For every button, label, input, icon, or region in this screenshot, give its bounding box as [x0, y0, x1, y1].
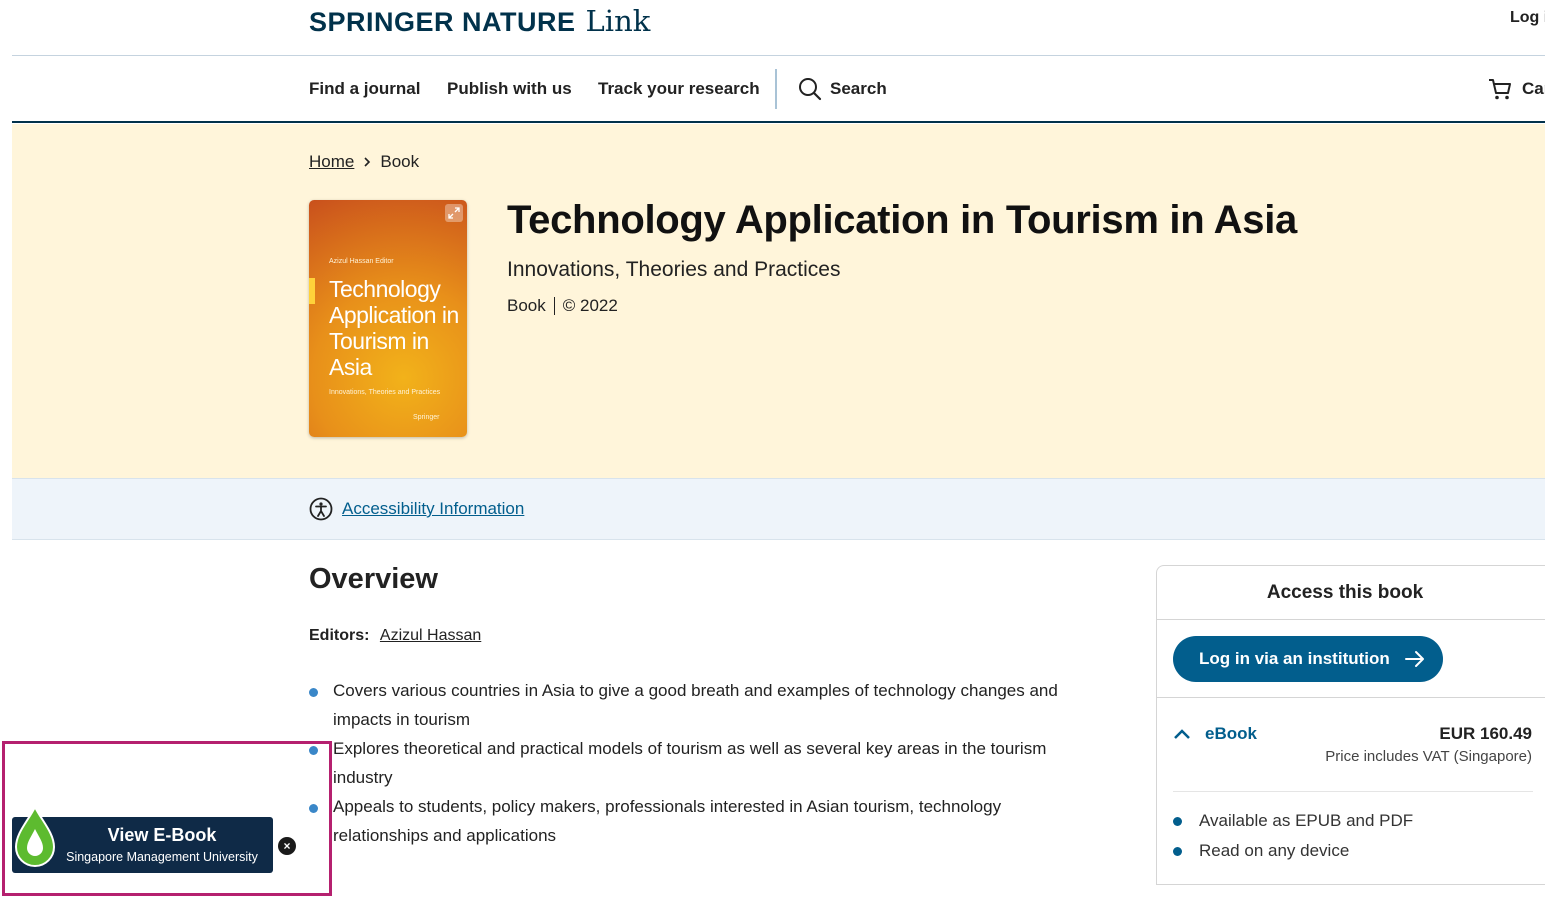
cover-accent-bar [309, 278, 315, 304]
ebook-features: Available as EPUB and PDF Read on any de… [1173, 806, 1533, 866]
institution-login-button[interactable]: Log in via an institution [1173, 636, 1443, 682]
logo-brand-text: SPRINGER NATURE [309, 7, 576, 37]
chevron-right-icon [364, 157, 371, 167]
vat-note: Price includes VAT (Singapore) [1325, 748, 1532, 765]
droplet-logo-icon [14, 805, 56, 867]
panel-divider [1157, 697, 1545, 698]
ebook-price: EUR 160.49 [1439, 724, 1532, 743]
book-meta: Book © 2022 [507, 296, 618, 316]
breadcrumb-current: Book [380, 152, 420, 171]
widget-subtitle: Singapore Management University [66, 850, 258, 864]
cart-button[interactable]: Car [1488, 77, 1545, 101]
book-cover[interactable]: Azizul Hassan Editor Technology Applicat… [309, 200, 467, 437]
breadcrumb-home[interactable]: Home [309, 152, 354, 172]
expand-icon[interactable] [445, 204, 463, 222]
search-button[interactable]: Search [798, 77, 887, 101]
search-icon [799, 78, 822, 101]
institution-login-label: Log in via an institution [1199, 649, 1390, 668]
widget-title: View E-Book [107, 825, 217, 845]
close-icon[interactable]: × [278, 837, 296, 855]
book-subtitle: Innovations, Theories and Practices [507, 258, 841, 281]
cover-editor: Azizul Hassan Editor [329, 258, 394, 265]
chevron-up-icon [1174, 729, 1190, 739]
list-item: Available as EPUB and PDF [1173, 806, 1533, 836]
nav-track-research[interactable]: Track your research [598, 79, 760, 99]
access-panel-heading: Access this book [1157, 566, 1545, 620]
cover-subtitle: Innovations, Theories and Practices [329, 389, 441, 396]
login-link[interactable]: Log i [1510, 9, 1545, 27]
main-navigation: Find a journal Publish with us Track you… [12, 57, 1545, 123]
cover-publisher: Springer [413, 414, 440, 421]
list-item: Explores theoretical and practical model… [309, 734, 1069, 792]
access-panel: Access this book Log in via an instituti… [1156, 565, 1545, 885]
nav-divider [775, 69, 777, 109]
cover-title: Technology Application in Tourism in Asi… [329, 276, 459, 380]
nav-publish-with-us[interactable]: Publish with us [447, 79, 572, 99]
editor-link[interactable]: Azizul Hassan [380, 627, 481, 644]
cart-label: Car [1522, 79, 1545, 98]
ebook-toggle[interactable]: eBook [1173, 724, 1257, 744]
arrow-right-icon [1404, 651, 1424, 667]
panel-divider [1173, 791, 1533, 792]
breadcrumb: Home Book [309, 152, 419, 172]
book-type: Book [507, 296, 546, 315]
meta-divider [553, 297, 555, 315]
springer-nature-link-logo[interactable]: SPRINGER NATURE Link [309, 4, 650, 38]
book-hero: Home Book Azizul Hassan Editor Technolog… [12, 124, 1545, 478]
book-title: Technology Application in Tourism in Asi… [507, 198, 1297, 242]
nav-find-journal[interactable]: Find a journal [309, 79, 420, 99]
list-item: Read on any device [1173, 836, 1533, 866]
editors-line: Editors: Azizul Hassan [309, 627, 481, 645]
top-header: SPRINGER NATURE Link Log i [12, 0, 1545, 56]
accessibility-bar: Accessibility Information [12, 478, 1545, 540]
list-item: Appeals to students, policy makers, prof… [309, 792, 1069, 850]
search-label: Search [830, 79, 887, 98]
overview-heading: Overview [309, 563, 438, 595]
accessibility-information-link[interactable]: Accessibility Information [342, 499, 524, 519]
book-copyright: © 2022 [562, 296, 618, 315]
logo-link-text: Link [585, 4, 651, 38]
accessibility-icon [309, 497, 333, 521]
overview-bullets: Covers various countries in Asia to give… [309, 676, 1069, 850]
editors-label: Editors: [309, 627, 370, 644]
ebook-label: eBook [1205, 724, 1257, 743]
cart-icon [1489, 79, 1511, 100]
list-item: Covers various countries in Asia to give… [309, 676, 1069, 734]
